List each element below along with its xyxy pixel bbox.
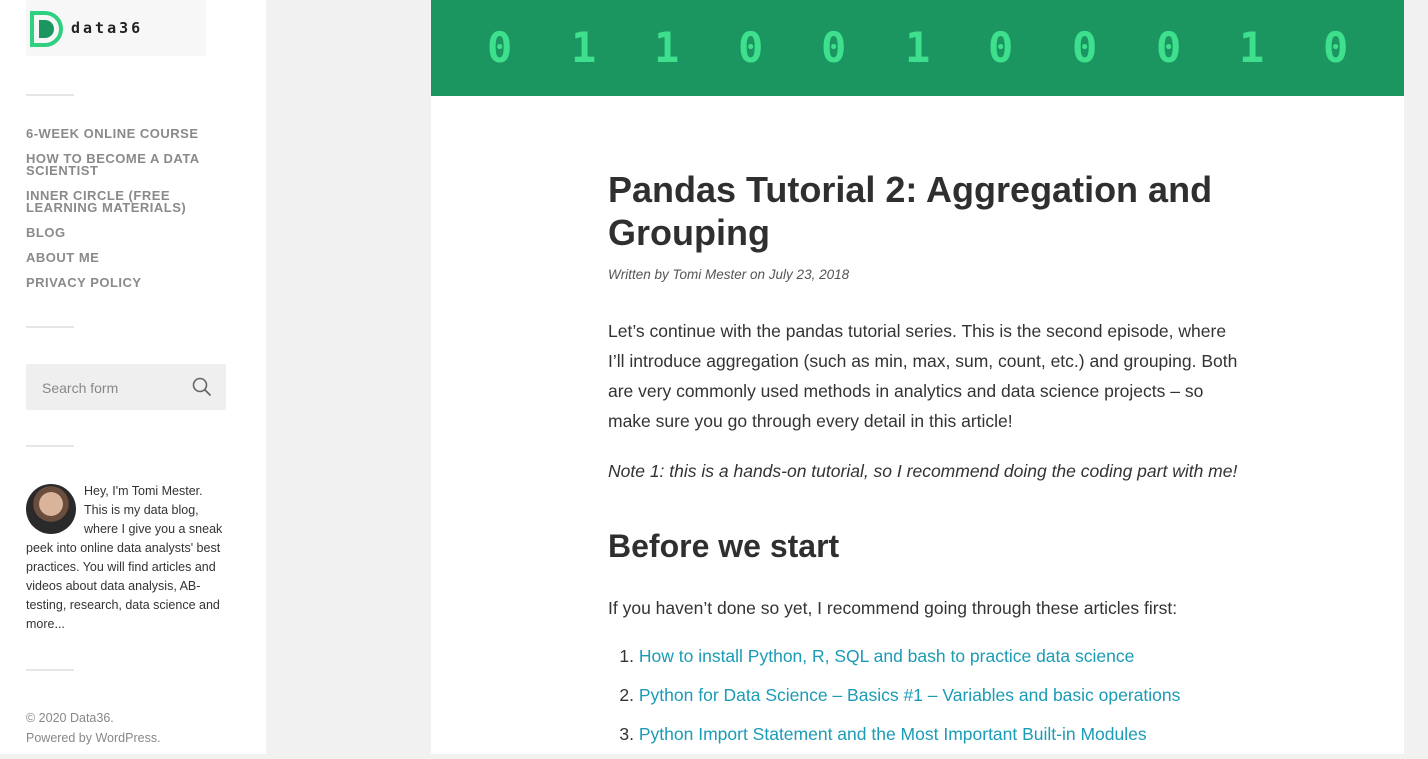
list-number: 2. (619, 685, 634, 705)
binary-digit: 1 (905, 23, 931, 72)
list-item: 3. Python Import Statement and the Most … (608, 720, 1238, 749)
post-meta: Written by Tomi Mester on July 23, 2018 (608, 267, 850, 282)
article-link[interactable]: Python Import Statement and the Most Imp… (639, 724, 1147, 744)
list-item: 1. How to install Python, R, SQL and bas… (608, 642, 1238, 671)
site-footer: © 2020 Data36. Powered by WordPress. (26, 708, 161, 748)
nav-item-inner-circle[interactable]: INNER CIRCLE (FREE LEARNING MATERIALS) (26, 189, 226, 214)
nav-item-about-me[interactable]: ABOUT ME (26, 251, 226, 264)
powered-by-link[interactable]: Powered by WordPress. (26, 728, 161, 748)
nav-item-online-course[interactable]: 6-WEEK ONLINE COURSE (26, 127, 226, 140)
nav-item-blog[interactable]: BLOG (26, 226, 226, 239)
author-bio: Hey, I'm Tomi Mester. This is my data bl… (26, 482, 226, 634)
search-icon[interactable] (192, 377, 212, 397)
binary-digit: 1 (571, 23, 597, 72)
article-link[interactable]: Python for Data Science – Basics #1 – Va… (639, 685, 1181, 705)
article-link[interactable]: How to install Python, R, SQL and bash t… (639, 646, 1134, 666)
list-number: 3. (619, 724, 634, 744)
binary-digit: 0 (1156, 23, 1182, 72)
note-paragraph: Note 1: this is a hands-on tutorial, so … (608, 461, 1238, 481)
search-input[interactable] (40, 378, 184, 398)
header-banner: 0 1 1 0 0 1 0 0 0 1 0 (431, 0, 1404, 96)
list-number: 1. (619, 646, 634, 666)
nav-item-privacy-policy[interactable]: PRIVACY POLICY (26, 276, 226, 289)
binary-digit: 0 (821, 23, 847, 72)
avatar (26, 484, 76, 534)
site-logo[interactable]: data36 (26, 0, 206, 56)
binary-digit: 0 (1323, 23, 1349, 72)
nav-item-become-data-scientist[interactable]: HOW TO BECOME A DATA SCIENTIST (26, 152, 226, 177)
copyright-text: © 2020 Data36. (26, 711, 114, 725)
section-heading: Before we start (608, 528, 840, 564)
binary-digit: 0 (1072, 23, 1098, 72)
binary-digit: 1 (1239, 23, 1265, 72)
binary-digit: 0 (487, 23, 513, 72)
data36-logo-icon (30, 11, 63, 47)
search-form (26, 364, 226, 410)
prerequisite-list: 1. How to install Python, R, SQL and bas… (608, 642, 1238, 759)
article: Pandas Tutorial 2: Aggregation and Group… (431, 96, 1404, 754)
divider (26, 445, 74, 447)
logo-text: data36 (71, 19, 144, 37)
list-item: 2. Python for Data Science – Basics #1 –… (608, 681, 1238, 710)
intro-paragraph: Let’s continue with the pandas tutorial … (608, 321, 1238, 431)
page-title: Pandas Tutorial 2: Aggregation and Group… (608, 169, 1213, 253)
section-paragraph: If you haven’t done so yet, I recommend … (608, 598, 1178, 618)
sidebar: data36 6-WEEK ONLINE COURSE HOW TO BECOM… (0, 0, 266, 754)
main-nav: 6-WEEK ONLINE COURSE HOW TO BECOME A DAT… (26, 127, 226, 302)
divider (26, 669, 74, 671)
divider (26, 326, 74, 328)
binary-digit: 1 (654, 23, 680, 72)
divider (26, 94, 74, 96)
binary-digit: 0 (738, 23, 764, 72)
binary-digit: 0 (988, 23, 1014, 72)
